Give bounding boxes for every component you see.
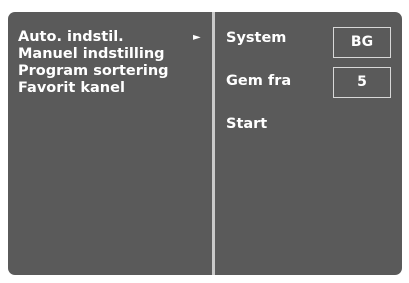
system-label: System — [226, 30, 287, 46]
submenu-arrow-icon: ► — [193, 32, 201, 43]
gem-fra-label: Gem fra — [226, 73, 292, 89]
gem-fra-value-box[interactable]: 5 — [333, 67, 391, 98]
menu-item-program-sortering[interactable]: Program sortering — [18, 63, 210, 80]
system-value-box[interactable]: BG — [333, 27, 391, 58]
menu-item-label: Favorit kanel — [18, 80, 125, 96]
menu-item-auto-indstil[interactable]: Auto. indstil. ► — [18, 29, 210, 46]
tv-osd-screen: Auto. indstil. ► Manuel indstilling Prog… — [0, 0, 409, 283]
menu-item-label: Manuel indstilling — [18, 46, 165, 62]
menu-item-label: Auto. indstil. — [18, 29, 124, 45]
menu-item-favorit-kanel[interactable]: Favorit kanel — [18, 80, 210, 97]
main-menu: Auto. indstil. ► Manuel indstilling Prog… — [18, 29, 210, 97]
menu-item-manuel-indstilling[interactable]: Manuel indstilling — [18, 46, 210, 63]
start-option[interactable]: Start — [226, 116, 267, 133]
menu-item-label: Program sortering — [18, 63, 169, 79]
